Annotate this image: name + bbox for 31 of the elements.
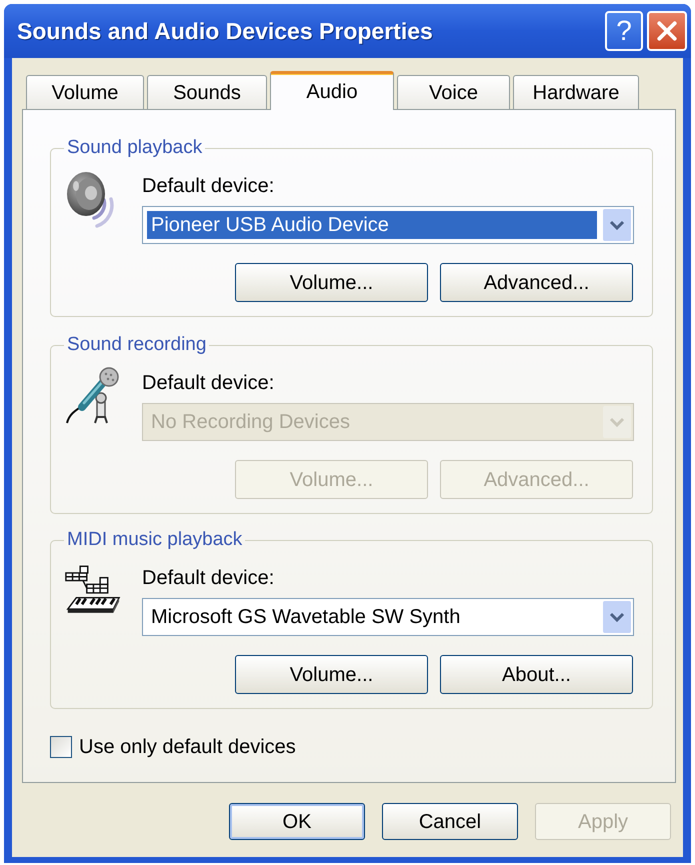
device-label: Default device: xyxy=(142,174,274,198)
tab[interactable]: Sounds xyxy=(147,75,267,109)
tab[interactable]: Voice xyxy=(397,75,510,109)
device-label: Default device: xyxy=(142,566,274,590)
chevron-down-icon[interactable] xyxy=(603,209,631,241)
checkbox[interactable] xyxy=(50,736,72,758)
dropdown-value: Microsoft GS Wavetable SW Synth xyxy=(150,605,462,630)
tab[interactable]: Hardware xyxy=(513,75,639,109)
dropdown-value: No Recording Devices xyxy=(150,410,351,435)
tab[interactable]: Volume xyxy=(26,75,144,109)
close-button[interactable] xyxy=(647,11,687,51)
window-title: Sounds and Audio Devices Properties xyxy=(17,16,433,46)
checkbox-label[interactable]: Use only default devices xyxy=(79,732,296,762)
device-label: Default device: xyxy=(142,371,274,395)
dropdown-value: Pioneer USB Audio Device xyxy=(147,211,597,239)
tab[interactable]: Audio xyxy=(270,71,394,110)
chevron-down-icon[interactable] xyxy=(603,601,631,633)
group-title: Sound recording xyxy=(66,334,208,356)
device-dropdown[interactable]: Pioneer USB Audio Device xyxy=(142,206,634,244)
ok-button[interactable]: OK xyxy=(229,803,365,840)
volume-button[interactable]: Volume... xyxy=(235,655,428,694)
group-title: MIDI music playback xyxy=(66,529,244,551)
about-button[interactable]: About... xyxy=(440,655,633,694)
help-button[interactable]: ? xyxy=(605,11,643,51)
cancel-button[interactable]: Cancel xyxy=(382,803,518,840)
volume-button[interactable]: Volume... xyxy=(235,263,428,302)
close-icon xyxy=(656,20,678,42)
device-dropdown[interactable]: Microsoft GS Wavetable SW Synth xyxy=(142,598,634,636)
advanced-button[interactable]: Advanced... xyxy=(440,263,633,302)
microphone-icon xyxy=(64,367,121,425)
group-title: Sound playback xyxy=(66,137,204,159)
